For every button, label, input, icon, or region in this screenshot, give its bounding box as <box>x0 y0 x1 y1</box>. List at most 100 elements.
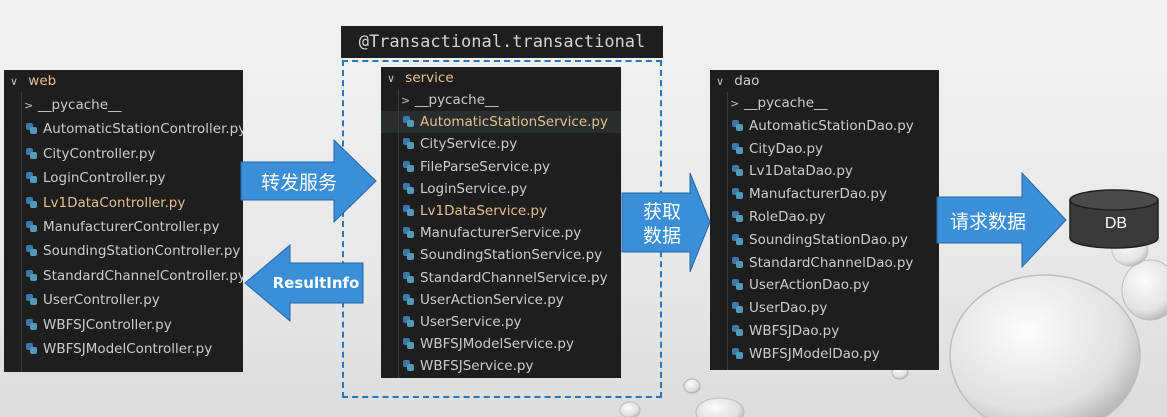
file-item[interactable]: UserActionDao.py <box>710 274 939 297</box>
chevron-down-icon: ∨ <box>716 75 725 88</box>
folder-item[interactable]: > __pycache__ <box>710 92 939 115</box>
file-item[interactable]: AutomaticStationService.py <box>381 111 621 134</box>
service-explorer-panel: ∨ service > __pycache__ AutomaticStationSe… <box>381 67 621 378</box>
file-item[interactable]: CityDao.py <box>710 138 939 161</box>
file-item[interactable]: WBFSJController.py <box>4 313 243 337</box>
python-file-icon <box>732 347 743 359</box>
file-item[interactable]: Lv1DataService.py <box>381 200 621 222</box>
file-item[interactable]: StandardChannelDao.py <box>710 252 939 275</box>
chevron-right-icon: > <box>730 97 740 110</box>
file-label: UserActionDao.py <box>749 277 870 294</box>
python-file-icon <box>26 220 37 232</box>
water-drop <box>1121 259 1167 321</box>
file-label: Lv1DataDao.py <box>749 163 853 180</box>
file-label: CityDao.py <box>749 140 823 157</box>
chevron-right-icon: > <box>24 99 34 112</box>
python-file-icon <box>26 123 37 135</box>
request-arrow-label: 请求数据 <box>949 210 1026 233</box>
file-label: ManufacturerController.py <box>43 218 220 235</box>
file-item[interactable]: UserController.py <box>4 288 243 312</box>
python-file-icon <box>26 172 37 184</box>
python-file-icon <box>732 210 743 222</box>
file-label: Lv1DataController.py <box>43 194 186 211</box>
dao-folder-header[interactable]: ∨ dao <box>710 70 939 92</box>
file-label: WBFSJModelController.py <box>43 340 213 357</box>
python-file-icon <box>26 269 37 281</box>
file-item[interactable]: Lv1DataDao.py <box>710 160 939 183</box>
indent-guide <box>21 92 22 372</box>
forward-arrow-label: 转发服务 <box>260 171 337 194</box>
chevron-right-icon: > <box>401 94 411 107</box>
indent-guide <box>398 89 399 378</box>
folder-item[interactable]: > __pycache__ <box>381 89 621 111</box>
service-folder-header[interactable]: ∨ service <box>381 67 621 89</box>
water-drop <box>949 274 1141 417</box>
file-item[interactable]: UserActionService.py <box>381 289 621 311</box>
python-file-icon <box>26 342 37 354</box>
file-label: CityController.py <box>43 145 156 162</box>
fetch-label-line2: 数据 <box>642 225 681 247</box>
file-label: Lv1DataService.py <box>420 202 548 219</box>
fetch-arrow-label: 获取 数据 <box>624 198 700 250</box>
file-item[interactable]: ManufacturerDao.py <box>710 183 939 206</box>
python-file-icon <box>732 302 743 314</box>
file-label: __pycache__ <box>744 95 828 111</box>
file-item[interactable]: CityService.py <box>381 133 621 155</box>
file-item[interactable]: Lv1DataController.py <box>4 191 243 215</box>
file-item[interactable]: AutomaticStationController.py <box>4 117 243 141</box>
python-file-icon <box>26 245 37 257</box>
file-item[interactable]: StandardChannelController.py <box>4 264 243 288</box>
file-item[interactable]: WBFSJService.py <box>381 355 621 377</box>
file-item[interactable]: LoginController.py <box>4 166 243 190</box>
file-label: __pycache__ <box>415 92 499 108</box>
file-item[interactable]: RoleDao.py <box>710 206 939 229</box>
file-item[interactable]: LoginService.py <box>381 178 621 200</box>
file-item[interactable]: WBFSJModelController.py <box>4 337 243 361</box>
file-item[interactable]: SoundingStationController.py <box>4 239 243 263</box>
indent-guide <box>727 92 728 370</box>
file-label: UserDao.py <box>749 300 828 317</box>
fetch-label-line1: 获取 <box>642 201 681 223</box>
python-file-icon <box>732 233 743 245</box>
file-item[interactable]: SoundingStationDao.py <box>710 229 939 252</box>
file-item[interactable]: AutomaticStationDao.py <box>710 115 939 138</box>
dao-explorer-panel: ∨ dao > __pycache__ AutomaticStationDao.py… <box>710 70 939 370</box>
python-file-icon <box>403 227 414 239</box>
web-explorer-panel: ∨ web > __pycache__ AutomaticStationContro… <box>4 70 243 372</box>
file-item[interactable]: UserDao.py <box>710 297 939 320</box>
file-item[interactable]: WBFSJModelDao.py <box>710 343 939 366</box>
file-label: UserService.py <box>420 313 522 330</box>
web-folder-header[interactable]: ∨ web <box>4 70 243 92</box>
file-label: __pycache__ <box>38 97 122 113</box>
file-label: StandardChannelService.py <box>420 269 608 286</box>
python-file-icon <box>732 279 743 291</box>
file-item[interactable]: FileParseService.py <box>381 156 621 178</box>
file-item[interactable]: SoundingStationService.py <box>381 244 621 266</box>
file-label: AutomaticStationController.py <box>43 121 243 138</box>
file-item[interactable]: WBFSJDao.py <box>710 320 939 343</box>
file-label: StandardChannelDao.py <box>749 254 914 271</box>
file-item[interactable]: ManufacturerService.py <box>381 222 621 244</box>
file-item[interactable]: WBFSJModelService.py <box>381 333 621 355</box>
file-label: FileParseService.py <box>420 158 551 175</box>
python-file-icon <box>403 360 414 372</box>
file-label: WBFSJModelDao.py <box>749 345 880 362</box>
file-label: UserController.py <box>43 292 160 309</box>
chevron-down-icon: ∨ <box>10 75 19 88</box>
python-file-icon <box>403 182 414 194</box>
file-label: ManufacturerDao.py <box>749 186 887 203</box>
file-item[interactable]: CityController.py <box>4 142 243 166</box>
file-label: WBFSJModelService.py <box>420 336 574 353</box>
file-label: WBFSJDao.py <box>749 322 840 339</box>
python-file-icon <box>732 142 743 154</box>
file-label: SoundingStationController.py <box>43 243 241 260</box>
python-file-icon <box>26 294 37 306</box>
water-drop <box>1111 233 1149 267</box>
python-file-icon <box>403 338 414 350</box>
folder-item[interactable]: > __pycache__ <box>4 93 243 117</box>
file-item[interactable]: ManufacturerController.py <box>4 215 243 239</box>
file-item[interactable]: UserService.py <box>381 311 621 333</box>
file-label: SoundingStationDao.py <box>749 231 908 248</box>
folder-label: web <box>28 73 57 89</box>
file-item[interactable]: StandardChannelService.py <box>381 267 621 289</box>
